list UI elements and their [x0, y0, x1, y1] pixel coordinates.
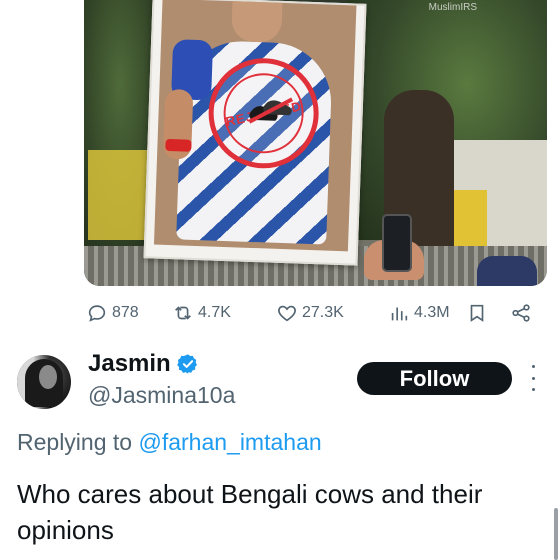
- photo-phone: [382, 214, 412, 272]
- like-count: 27.3K: [302, 304, 344, 321]
- verified-badge-icon: [176, 354, 197, 374]
- reply-button[interactable]: 878: [86, 300, 139, 326]
- replying-to-link[interactable]: @farhan_imtahan: [138, 429, 321, 455]
- views-chart-icon: [391, 307, 408, 321]
- more-dot: [531, 376, 535, 380]
- more-dot: [531, 365, 535, 368]
- display-name[interactable]: Jasmin: [88, 350, 171, 378]
- views-count: 4.3M: [414, 304, 450, 321]
- more-dot: [531, 388, 535, 391]
- tweet-action-bar: 878 4.7K 27.3K 4.3M: [84, 300, 540, 326]
- bookmark-button[interactable]: [466, 300, 488, 326]
- avatar-face: [39, 365, 57, 389]
- repost-button[interactable]: 4.7K: [172, 300, 231, 326]
- tweet-text: Who cares about Bengali cows and their o…: [17, 479, 483, 545]
- comment-icon: [88, 305, 106, 322]
- display-name-row[interactable]: Jasmin: [88, 350, 199, 378]
- replying-prefix: Replying to: [17, 429, 139, 455]
- share-icon: [512, 304, 530, 322]
- repost-icon: [175, 306, 191, 320]
- views-button[interactable]: 4.3M: [388, 300, 450, 326]
- replying-to-line: Replying to @farhan_imtahan: [17, 429, 322, 456]
- more-vertical-icon[interactable]: [528, 365, 538, 391]
- tweet-media-image[interactable]: MuslimIRS REJECTED: [84, 0, 547, 286]
- avatar[interactable]: [17, 355, 71, 409]
- protest-poster: REJECTED: [143, 0, 367, 266]
- share-button[interactable]: [510, 300, 532, 326]
- follow-button[interactable]: Follow: [357, 362, 512, 395]
- photo-yellow-sign: [88, 150, 148, 240]
- reply-count: 878: [112, 304, 139, 321]
- heart-icon: [278, 305, 296, 322]
- poster-wristband: [165, 138, 192, 152]
- like-button[interactable]: 27.3K: [276, 300, 344, 326]
- photo-person-right: [477, 256, 537, 286]
- bookmark-icon: [470, 304, 484, 322]
- user-handle[interactable]: @Jasmina10a: [88, 382, 235, 409]
- watermark-text: MuslimIRS: [428, 2, 477, 13]
- scrollbar[interactable]: [554, 508, 558, 560]
- shoes-icon: [248, 97, 294, 124]
- repost-count: 4.7K: [198, 304, 231, 321]
